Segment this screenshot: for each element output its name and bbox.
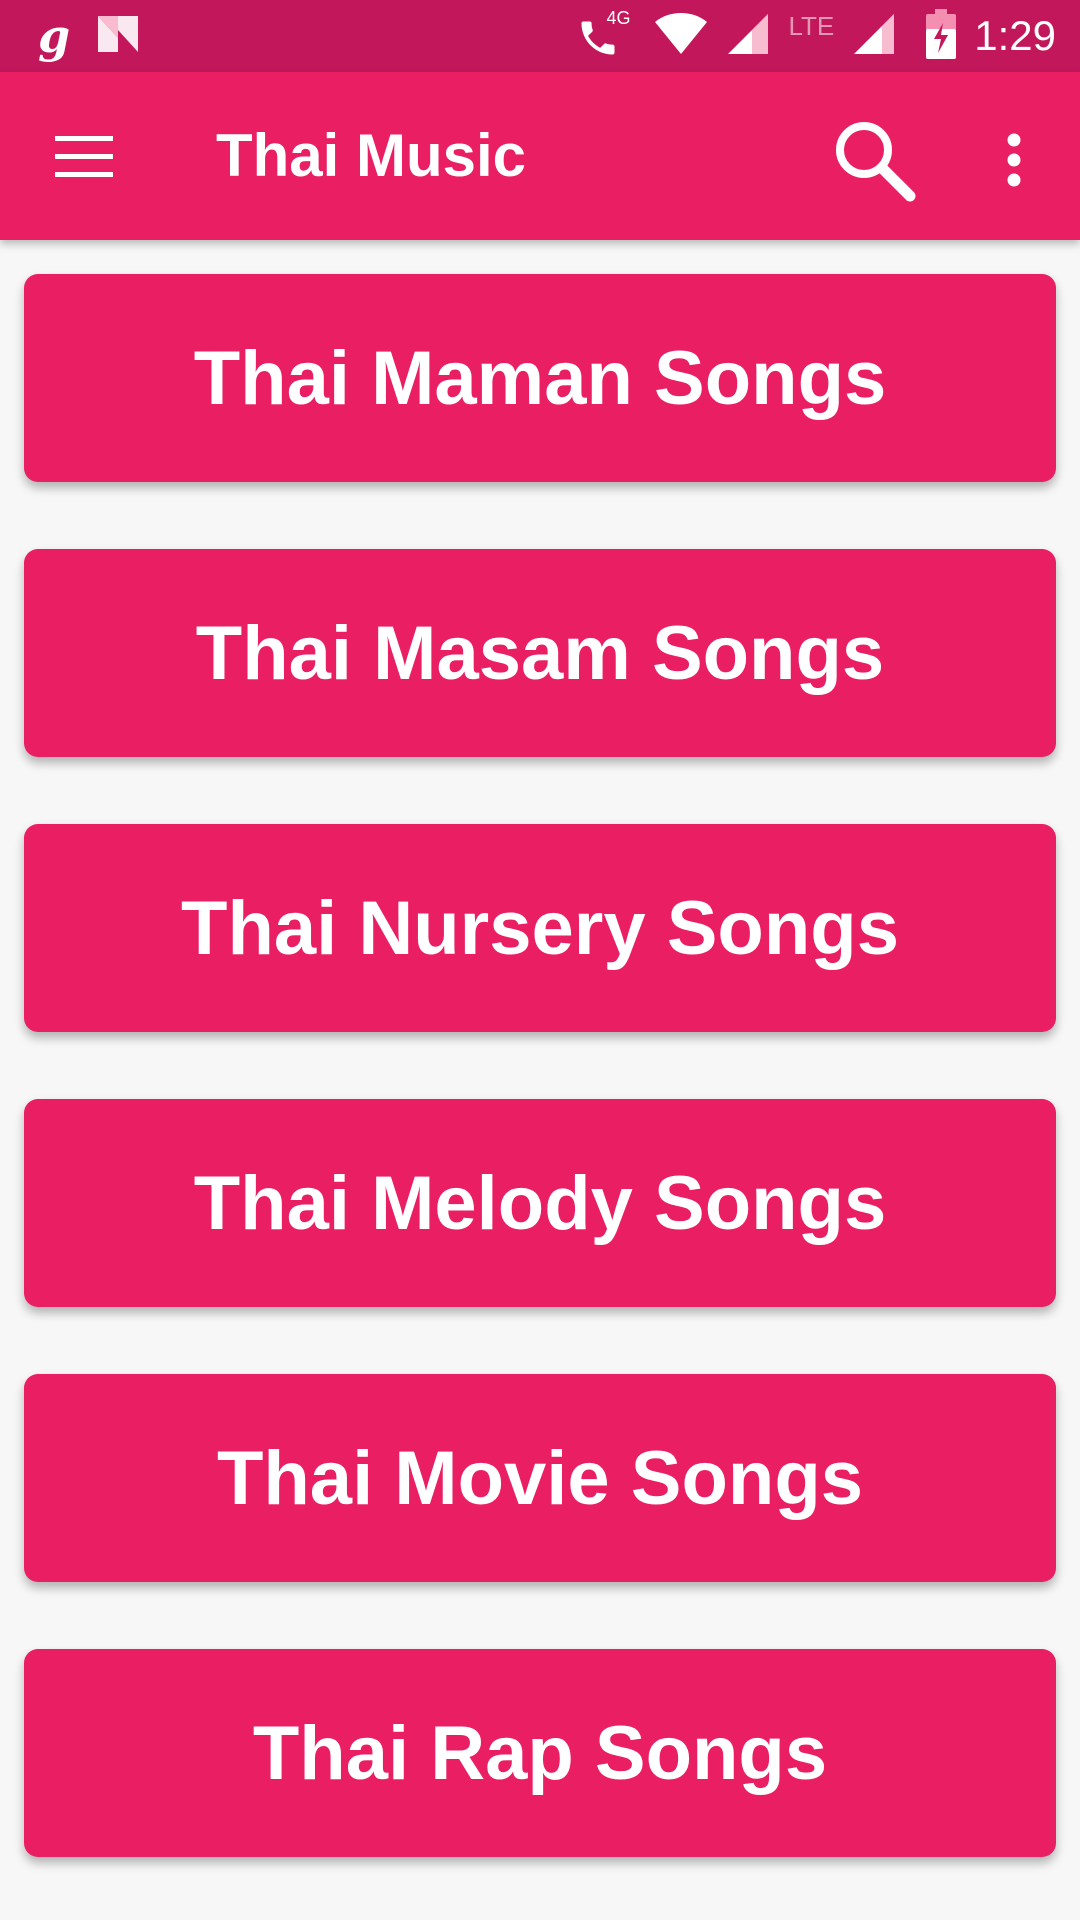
search-icon [836, 122, 916, 202]
category-card-movie[interactable]: Thai Movie Songs [24, 1374, 1056, 1582]
wifi-icon [654, 12, 708, 61]
category-label: Thai Melody Songs [193, 1160, 887, 1246]
page-title: Thai Music [216, 122, 527, 189]
category-label: Thai Maman Songs [193, 335, 887, 421]
category-card-nursery[interactable]: Thai Nursery Songs [24, 824, 1056, 1032]
lte-label: LTE [788, 10, 835, 41]
category-label: Thai Rap Songs [252, 1710, 828, 1796]
app-bar: Thai Music [0, 72, 1080, 240]
g-app-icon: g [38, 9, 71, 63]
cell-signal-icon [726, 12, 770, 61]
menu-button[interactable] [40, 120, 128, 192]
category-card-melody[interactable]: Thai Melody Songs [24, 1099, 1056, 1307]
status-bar: g 4G LTE 1:29 [0, 0, 1080, 72]
status-bar-left: g [38, 8, 140, 64]
category-card-rap[interactable]: Thai Rap Songs [24, 1649, 1056, 1857]
status-bar-right: 4G LTE 1:29 [576, 8, 1056, 64]
category-card-masam[interactable]: Thai Masam Songs [24, 549, 1056, 757]
category-label: Thai Movie Songs [216, 1435, 864, 1521]
search-button[interactable] [826, 112, 922, 208]
more-vertical-icon [1007, 133, 1021, 187]
overflow-menu-button[interactable] [984, 116, 1044, 204]
battery-charging-icon [926, 8, 957, 64]
hamburger-menu-icon [55, 136, 113, 177]
network-type-label: 4G [606, 8, 631, 28]
category-card-maman[interactable]: Thai Maman Songs [24, 274, 1056, 482]
category-label: Thai Masam Songs [195, 610, 885, 696]
category-label: Thai Nursery Songs [181, 885, 899, 971]
wifi-calling-icon: 4G [576, 8, 636, 60]
cell-signal-2-icon [852, 12, 896, 61]
clock: 1:29 [974, 12, 1056, 59]
n-app-icon [96, 14, 140, 59]
